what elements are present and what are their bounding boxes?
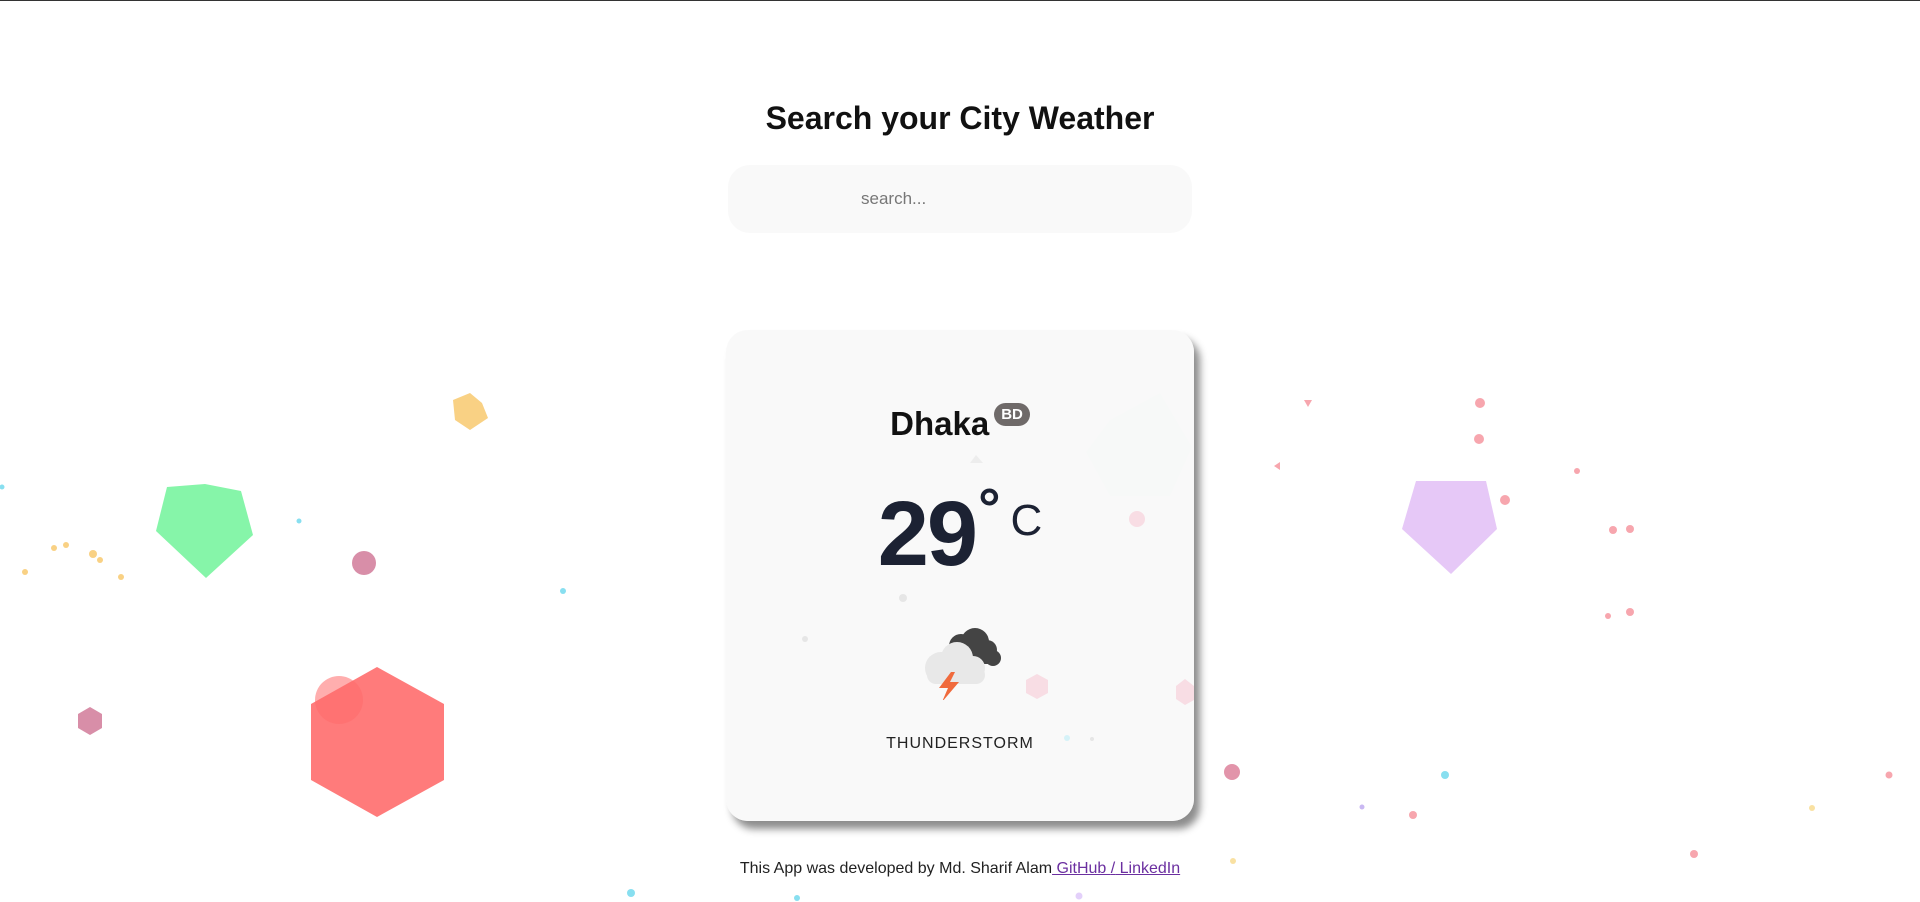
weather-condition: THUNDERSTORM <box>886 735 1034 752</box>
weather-card: Dhaka BD 29° C THUNDERSTORM <box>726 330 1194 821</box>
particle-dot <box>1441 771 1449 779</box>
particle-hexagon-mauve <box>78 707 102 735</box>
particle-pentagon-green <box>156 484 253 578</box>
location: Dhaka BD <box>726 403 1194 443</box>
city-name: Dhaka <box>890 405 990 442</box>
linkedin-link-label: LinkedIn <box>1115 860 1181 877</box>
page-title: Search your City Weather <box>765 100 1155 136</box>
particle-dot <box>802 636 808 642</box>
particle-dot <box>97 557 103 563</box>
particle-dot <box>1626 608 1634 616</box>
particle-dot <box>1224 764 1240 780</box>
particle-pentagon-purple <box>1402 481 1497 574</box>
search-box <box>728 165 1192 233</box>
particle-dot <box>1474 434 1484 444</box>
particle-dot <box>51 545 57 551</box>
temperature-value: 29 <box>877 483 978 585</box>
temperature: 29° C <box>726 476 1194 587</box>
particle-dot <box>1574 468 1580 474</box>
particle-dot <box>1609 526 1617 534</box>
particle-dot <box>118 574 124 580</box>
particle-circle-red <box>315 676 363 724</box>
github-link-label: GitHub <box>1052 860 1111 877</box>
particle-dot <box>1359 804 1365 810</box>
particle-dot <box>0 484 5 490</box>
particle-dot <box>560 588 566 594</box>
particle-dot <box>1626 525 1634 533</box>
country-badge: BD <box>994 403 1030 426</box>
particle-hexagon-pink <box>1026 674 1048 699</box>
page: Search your City Weather DhakaBD 29°C <box>0 0 1920 902</box>
particle-hexagon-red <box>311 667 444 817</box>
particle-dot <box>1605 613 1611 619</box>
particle-circle-mauve <box>352 551 376 575</box>
particle-triangle <box>1274 462 1280 470</box>
particle-dot <box>627 889 635 897</box>
footer: This App was developed by Md. Sharif Ala… <box>0 860 1920 878</box>
particle-dot <box>1075 892 1083 900</box>
particle-dot <box>794 895 800 901</box>
particle-pentagon-yellow <box>453 393 488 430</box>
particle-triangle <box>970 455 983 463</box>
degree-symbol: ° <box>978 476 1001 539</box>
footer-credit: This App was developed by Md. Sharif Ala… <box>739 860 1053 877</box>
particle-dot <box>899 594 907 602</box>
thunderstorm-icon <box>925 628 1001 700</box>
particle-dot <box>1500 495 1510 505</box>
particle-dot <box>1809 805 1815 811</box>
particle-triangle <box>1304 400 1312 407</box>
particle-hexagon-pink <box>1176 679 1194 705</box>
particle-dot <box>296 518 302 524</box>
github-link[interactable]: GitHub / LinkedIn <box>1052 860 1180 877</box>
search-input[interactable] <box>728 165 1192 233</box>
particle-dot <box>1690 850 1698 858</box>
particle-dot <box>63 542 69 548</box>
temperature-unit: C <box>1010 496 1043 545</box>
particle-dot <box>89 550 97 558</box>
particle-dot <box>22 569 28 575</box>
particle-dot <box>1409 811 1417 819</box>
particle-dot <box>1475 398 1485 408</box>
particle-dot <box>1885 771 1893 779</box>
